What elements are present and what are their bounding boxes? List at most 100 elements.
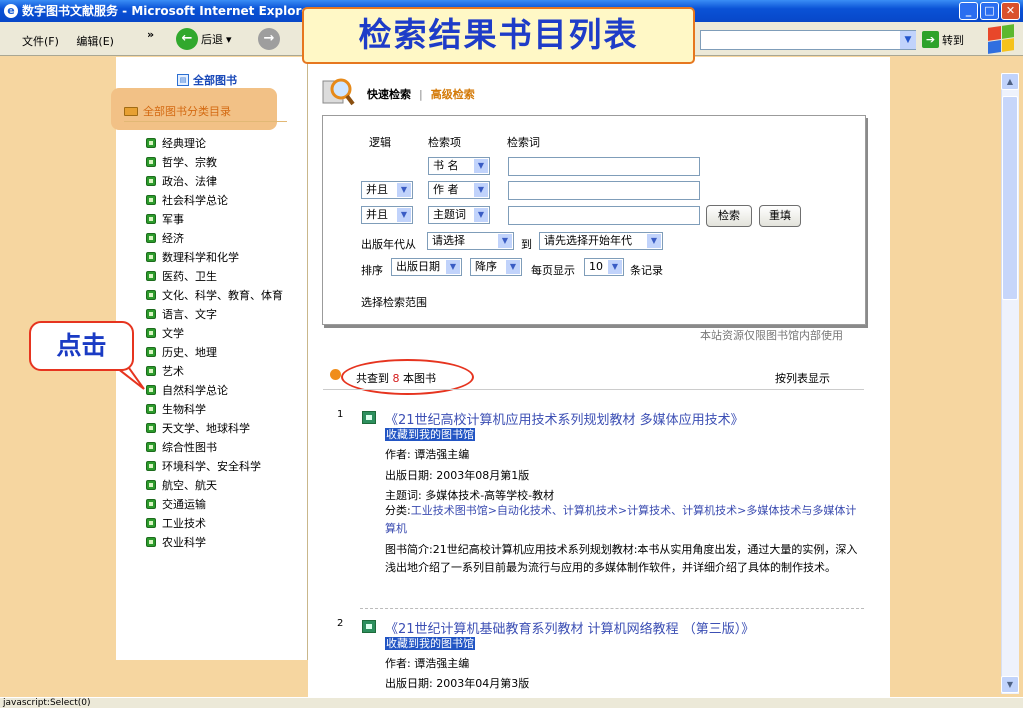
sort-field-select[interactable]: 出版日期 ▼ bbox=[391, 258, 462, 276]
result-title[interactable]: 《21世纪计算机基础教育系列教材 计算机网络教程 （第三版）》 bbox=[385, 618, 754, 637]
add-favorite-link[interactable]: 收藏到我的图书馆 bbox=[385, 428, 475, 441]
all-books-link[interactable]: ▤ 全部图书 bbox=[177, 72, 237, 88]
book-icon: ▤ bbox=[177, 74, 189, 86]
category-label: 医药、卫生 bbox=[162, 270, 217, 283]
header-logic: 逻辑 bbox=[369, 136, 391, 149]
category-item[interactable]: 文化、科学、教育、体育 bbox=[146, 286, 296, 305]
sort-order-value: 降序 bbox=[475, 260, 497, 273]
back-button[interactable]: ← 后退 ▾ bbox=[176, 28, 232, 50]
field-select-1-value: 书 名 bbox=[433, 159, 459, 172]
bullet-icon bbox=[146, 366, 156, 376]
per-page-select[interactable]: 10 ▼ bbox=[584, 258, 624, 276]
category-item[interactable]: 语言、文字 bbox=[146, 305, 296, 324]
category-item[interactable]: 工业技术 bbox=[146, 514, 296, 533]
category-item[interactable]: 社会科学总论 bbox=[146, 191, 296, 210]
category-item[interactable]: 综合性图书 bbox=[146, 438, 296, 457]
go-button[interactable]: ➔ 转到 bbox=[922, 31, 964, 48]
book-cover-icon bbox=[362, 620, 376, 633]
result-title[interactable]: 《21世纪高校计算机应用技术系列规划教材 多媒体应用技术》 bbox=[385, 409, 744, 428]
term-input-1[interactable] bbox=[508, 157, 700, 176]
field-select-2[interactable]: 作 者 ▼ bbox=[428, 181, 490, 199]
list-view-link[interactable]: 按列表显示 bbox=[775, 370, 830, 386]
bullet-icon bbox=[146, 157, 156, 167]
bullet-icon bbox=[146, 271, 156, 281]
category-item[interactable]: 数理科学和化学 bbox=[146, 248, 296, 267]
go-label: 转到 bbox=[942, 33, 964, 47]
header-term: 检索词 bbox=[507, 136, 540, 149]
result-class-link[interactable]: 工业技术图书馆>自动化技术、计算机技术>计算技术、计算机技术>多媒体技术与多媒体… bbox=[385, 504, 856, 535]
category-item[interactable]: 文学 bbox=[146, 324, 296, 343]
category-label: 文学 bbox=[162, 327, 184, 340]
sort-label: 排序 bbox=[361, 264, 383, 277]
result-class: 分类:工业技术图书馆>自动化技术、计算机技术>计算技术、计算机技术>多媒体技术与… bbox=[385, 502, 863, 538]
chevron-down-icon: ▼ bbox=[506, 260, 520, 274]
menu-file[interactable]: 文件(F) bbox=[22, 35, 59, 48]
maximize-button[interactable]: □ bbox=[980, 2, 999, 20]
result-date: 出版日期: 2003年04月第3版 bbox=[385, 677, 530, 690]
bullet-icon bbox=[146, 328, 156, 338]
menu-bar: 文件(F) 编辑(E) bbox=[22, 33, 128, 49]
category-label: 天文学、地球科学 bbox=[162, 422, 250, 435]
scroll-thumb[interactable] bbox=[1002, 96, 1018, 300]
category-item[interactable]: 航空、航天 bbox=[146, 476, 296, 495]
term-input-3[interactable] bbox=[508, 206, 700, 225]
menu-overflow-chevron[interactable]: » bbox=[147, 28, 154, 41]
category-item[interactable]: 交通运输 bbox=[146, 495, 296, 514]
result-item: 2 《21世纪计算机基础教育系列教材 计算机网络教程 （第三版）》 收藏到我的图… bbox=[337, 618, 857, 690]
category-item[interactable]: 自然科学总论 bbox=[146, 381, 296, 400]
menu-edit[interactable]: 编辑(E) bbox=[76, 35, 114, 48]
field-select-3[interactable]: 主题词 ▼ bbox=[428, 206, 490, 224]
bullet-icon bbox=[146, 385, 156, 395]
status-bar: javascript:Select(0) bbox=[0, 697, 1023, 708]
scope-link[interactable]: 选择检索范围 bbox=[361, 294, 427, 310]
category-item[interactable]: 政治、法律 bbox=[146, 172, 296, 191]
address-dropdown-icon[interactable]: ▼ bbox=[900, 31, 916, 49]
annotation-click-callout: 点击 bbox=[29, 321, 134, 371]
address-bar[interactable] bbox=[700, 30, 916, 50]
category-item[interactable]: 历史、地理 bbox=[146, 343, 296, 362]
result-description: 图书简介:21世纪高校计算机应用技术系列规划教材:本书从实用角度出发，通过大量的… bbox=[385, 543, 858, 574]
annotation-title-callout: 检索结果书目列表 bbox=[302, 7, 695, 64]
category-label: 语言、文字 bbox=[162, 308, 217, 321]
results-divider bbox=[323, 389, 864, 390]
header-field: 检索项 bbox=[428, 136, 461, 149]
minimize-button[interactable]: _ bbox=[959, 2, 978, 20]
add-favorite-link[interactable]: 收藏到我的图书馆 bbox=[385, 637, 475, 650]
scroll-up-icon[interactable]: ▲ bbox=[1001, 73, 1019, 90]
category-header[interactable]: 全部图书分类目录 bbox=[124, 103, 231, 119]
logic-select-3[interactable]: 并且 ▼ bbox=[361, 206, 413, 224]
bullet-icon bbox=[146, 480, 156, 490]
category-item[interactable]: 环境科学、安全科学 bbox=[146, 457, 296, 476]
category-label: 经典理论 bbox=[162, 137, 206, 150]
term-input-2[interactable] bbox=[508, 181, 700, 200]
search-button[interactable]: 检索 bbox=[706, 205, 752, 227]
window-controls: _ □ ✕ bbox=[959, 2, 1020, 20]
field-select-3-value: 主题词 bbox=[433, 208, 466, 221]
result-date: 出版日期: 2003年08月第1版 bbox=[385, 469, 530, 482]
scroll-down-icon[interactable]: ▼ bbox=[1001, 676, 1019, 693]
category-item[interactable]: 农业科学 bbox=[146, 533, 296, 552]
category-label: 自然科学总论 bbox=[162, 384, 228, 397]
field-select-1[interactable]: 书 名 ▼ bbox=[428, 157, 490, 175]
forward-button[interactable]: → bbox=[258, 28, 280, 50]
sort-order-select[interactable]: 降序 ▼ bbox=[470, 258, 522, 276]
category-item[interactable]: 经典理论 bbox=[146, 134, 296, 153]
category-item[interactable]: 天文学、地球科学 bbox=[146, 419, 296, 438]
category-item[interactable]: 医药、卫生 bbox=[146, 267, 296, 286]
close-button[interactable]: ✕ bbox=[1001, 2, 1020, 20]
category-item[interactable]: 哲学、宗教 bbox=[146, 153, 296, 172]
reset-button[interactable]: 重填 bbox=[759, 205, 801, 227]
bullet-icon bbox=[146, 537, 156, 547]
category-item[interactable]: 生物科学 bbox=[146, 400, 296, 419]
year-to-select[interactable]: 请先选择开始年代 ▼ bbox=[539, 232, 663, 250]
bullet-icon bbox=[146, 442, 156, 452]
logic-select-2[interactable]: 并且 ▼ bbox=[361, 181, 413, 199]
year-from-select[interactable]: 请选择 ▼ bbox=[427, 232, 514, 250]
tab-advanced-search[interactable]: 高级检索 bbox=[431, 88, 475, 101]
back-dropdown-icon[interactable]: ▾ bbox=[226, 33, 232, 46]
category-item[interactable]: 艺术 bbox=[146, 362, 296, 381]
category-item[interactable]: 经济 bbox=[146, 229, 296, 248]
category-item[interactable]: 军事 bbox=[146, 210, 296, 229]
tab-quick-search[interactable]: 快速检索 bbox=[367, 88, 411, 101]
chevron-down-icon: ▼ bbox=[397, 208, 411, 222]
